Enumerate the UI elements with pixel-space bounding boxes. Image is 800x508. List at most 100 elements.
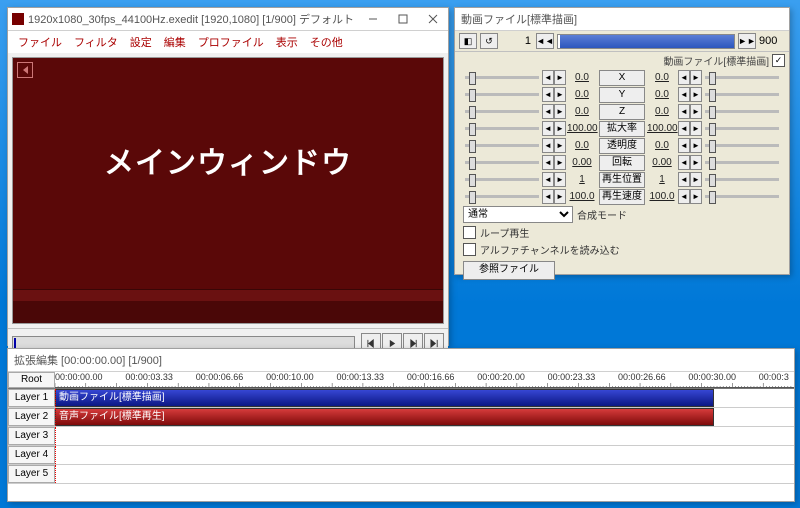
spin-up-icon[interactable]: ► [690, 138, 702, 153]
spin-down-icon[interactable]: ◄ [678, 121, 690, 136]
spin-down-icon[interactable]: ◄ [542, 155, 554, 170]
blend-mode-select[interactable]: 通常 [463, 206, 573, 223]
param-slider-left[interactable] [465, 110, 539, 113]
param-slider-right[interactable] [705, 110, 779, 113]
close-button[interactable] [418, 8, 448, 30]
spin-down-icon[interactable]: ◄ [678, 104, 690, 119]
spin-up-icon[interactable]: ► [690, 104, 702, 119]
spin-up-icon[interactable]: ► [554, 172, 566, 187]
spin-down-icon[interactable]: ◄ [542, 121, 554, 136]
param-slider-left[interactable] [465, 127, 539, 130]
param-name-button[interactable]: Z [599, 104, 645, 120]
root-cell[interactable]: Root [8, 372, 55, 388]
param-slider-right[interactable] [705, 195, 779, 198]
layer-track[interactable]: 動画ファイル[標準描画] [55, 389, 794, 407]
param-value-right[interactable]: 100.00 [647, 123, 677, 134]
prop-titlebar[interactable]: 動画ファイル[標準描画] [455, 8, 789, 31]
clip-video[interactable]: 動画ファイル[標準描画] [55, 389, 714, 407]
param-slider-left[interactable] [465, 76, 539, 79]
spin-up-icon[interactable]: ► [690, 155, 702, 170]
goto-start-icon[interactable] [17, 62, 33, 78]
param-value-left[interactable]: 100.00 [567, 123, 597, 134]
layer-name[interactable]: Layer 4 [8, 446, 55, 464]
param-value-left[interactable]: 1 [567, 174, 597, 185]
param-value-left[interactable]: 0.00 [567, 157, 597, 168]
param-value-right[interactable]: 0.0 [647, 106, 677, 117]
param-slider-left[interactable] [465, 144, 539, 147]
param-value-left[interactable]: 0.0 [567, 89, 597, 100]
param-value-right[interactable]: 0.0 [647, 72, 677, 83]
layer-track[interactable]: 音声ファイル[標準再生] [55, 408, 794, 426]
param-slider-right[interactable] [705, 127, 779, 130]
menu-other[interactable]: その他 [310, 34, 343, 50]
minimize-button[interactable] [358, 8, 388, 30]
param-value-left[interactable]: 0.0 [567, 140, 597, 151]
param-value-right[interactable]: 100.0 [647, 191, 677, 202]
alpha-checkbox[interactable] [463, 243, 476, 256]
time-ruler[interactable]: 00:00:00.0000:00:03.3300:00:06.6600:00:1… [55, 372, 794, 388]
spin-down-icon[interactable]: ◄ [678, 189, 690, 204]
param-name-button[interactable]: 回転 [599, 155, 645, 171]
maximize-button[interactable] [388, 8, 418, 30]
param-slider-left[interactable] [465, 93, 539, 96]
menu-profile[interactable]: プロファイル [198, 34, 264, 50]
tool-crop-icon[interactable]: ◧ [459, 33, 477, 49]
layer-track[interactable] [55, 427, 794, 445]
timeline-titlebar[interactable]: 拡張編集 [00:00:00.00] [1/900] [8, 349, 794, 372]
spin-up-icon[interactable]: ► [690, 87, 702, 102]
param-slider-right[interactable] [705, 144, 779, 147]
frame-prev-button[interactable]: ◄◄ [536, 33, 554, 49]
menu-filter[interactable]: フィルタ [74, 34, 118, 50]
spin-down-icon[interactable]: ◄ [542, 172, 554, 187]
param-name-button[interactable]: 透明度 [599, 138, 645, 154]
param-value-right[interactable]: 0.00 [647, 157, 677, 168]
spin-up-icon[interactable]: ► [554, 189, 566, 204]
spin-up-icon[interactable]: ► [690, 172, 702, 187]
prop-enable-checkbox[interactable]: ✓ [772, 54, 785, 67]
spin-down-icon[interactable]: ◄ [542, 87, 554, 102]
param-name-button[interactable]: 再生位置 [599, 172, 645, 188]
param-value-right[interactable]: 1 [647, 174, 677, 185]
layer-name[interactable]: Layer 1 [8, 389, 55, 407]
spin-up-icon[interactable]: ► [690, 189, 702, 204]
spin-down-icon[interactable]: ◄ [678, 155, 690, 170]
param-slider-right[interactable] [705, 93, 779, 96]
param-value-left[interactable]: 100.0 [567, 191, 597, 202]
spin-up-icon[interactable]: ► [554, 104, 566, 119]
param-value-left[interactable]: 0.0 [567, 106, 597, 117]
param-name-button[interactable]: 拡大率 [599, 121, 645, 137]
clip-audio[interactable]: 音声ファイル[標準再生] [55, 408, 714, 426]
param-slider-right[interactable] [705, 76, 779, 79]
spin-up-icon[interactable]: ► [554, 70, 566, 85]
spin-up-icon[interactable]: ► [690, 121, 702, 136]
param-name-button[interactable]: X [599, 70, 645, 86]
menu-settings[interactable]: 設定 [130, 34, 152, 50]
spin-down-icon[interactable]: ◄ [678, 87, 690, 102]
prop-seek[interactable] [557, 34, 735, 49]
param-name-button[interactable]: Y [599, 87, 645, 103]
menu-view[interactable]: 表示 [276, 34, 298, 50]
menu-edit[interactable]: 編集 [164, 34, 186, 50]
param-value-left[interactable]: 0.0 [567, 72, 597, 83]
layer-track[interactable] [55, 465, 794, 483]
spin-up-icon[interactable]: ► [554, 121, 566, 136]
spin-down-icon[interactable]: ◄ [678, 138, 690, 153]
spin-down-icon[interactable]: ◄ [542, 189, 554, 204]
spin-down-icon[interactable]: ◄ [678, 172, 690, 187]
spin-down-icon[interactable]: ◄ [542, 138, 554, 153]
layer-name[interactable]: Layer 5 [8, 465, 55, 483]
param-slider-left[interactable] [465, 195, 539, 198]
layer-name[interactable]: Layer 2 [8, 408, 55, 426]
param-value-right[interactable]: 0.0 [647, 89, 677, 100]
param-slider-left[interactable] [465, 161, 539, 164]
layer-track[interactable] [55, 446, 794, 464]
reference-file-button[interactable]: 参照ファイル [463, 261, 555, 280]
spin-down-icon[interactable]: ◄ [678, 70, 690, 85]
param-slider-right[interactable] [705, 178, 779, 181]
spin-up-icon[interactable]: ► [554, 155, 566, 170]
param-slider-right[interactable] [705, 161, 779, 164]
main-titlebar[interactable]: 1920x1080_30fps_44100Hz.exedit [1920,108… [8, 8, 448, 31]
loop-checkbox[interactable] [463, 226, 476, 239]
param-name-button[interactable]: 再生速度 [599, 189, 645, 205]
frame-next-button[interactable]: ►► [738, 33, 756, 49]
